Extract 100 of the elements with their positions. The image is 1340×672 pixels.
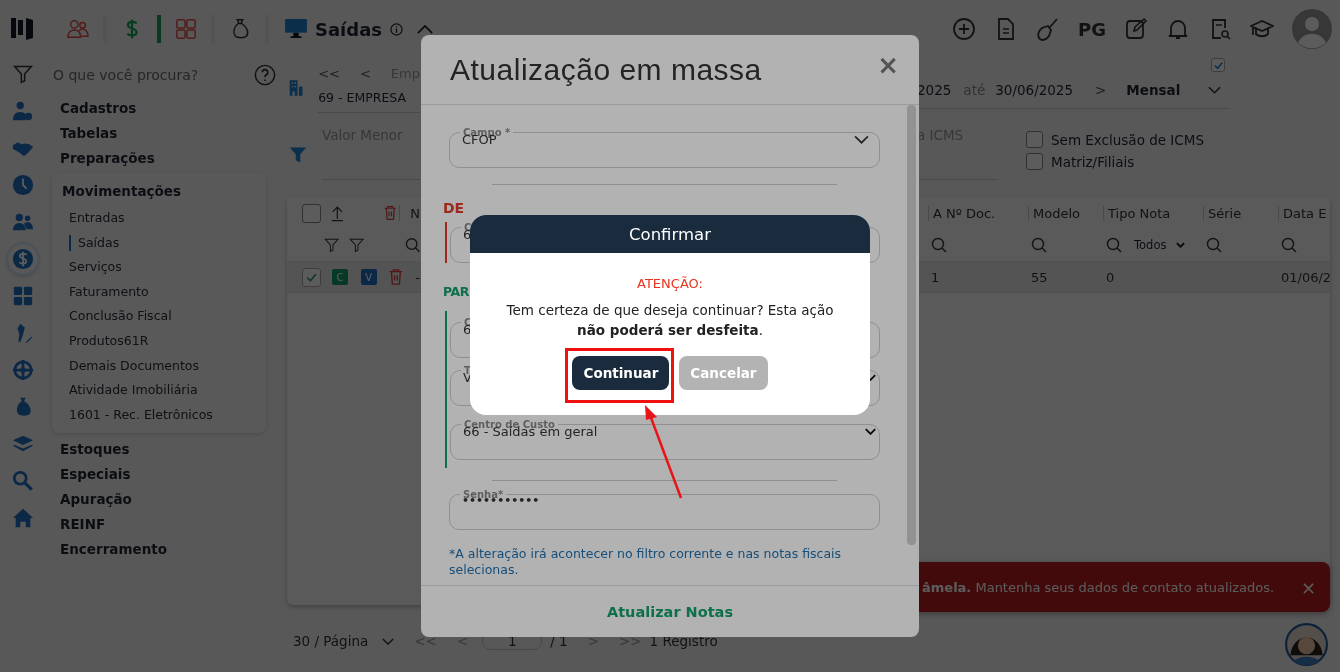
help-icon[interactable] <box>254 64 276 86</box>
page-title: Saídas <box>315 18 383 40</box>
menu-item[interactable]: REINF <box>45 512 285 538</box>
add-icon[interactable] <box>952 17 977 41</box>
column-header[interactable]: Data E <box>1278 205 1330 221</box>
status-tag[interactable]: C <box>332 269 348 285</box>
password-field[interactable]: Senha* ••••••••••• <box>449 489 880 530</box>
filter-icon[interactable] <box>349 237 365 253</box>
submenu-item[interactable]: Atividade Imobiliária <box>52 378 266 403</box>
chat-avatar[interactable] <box>1285 623 1328 666</box>
chevron-down-icon[interactable] <box>1208 86 1222 94</box>
submenu-item[interactable]: 1601 - Rec. Eletrônicos <box>52 402 266 428</box>
notification-text: âmela. Mantenha seus dados de contato atualizados. <box>922 579 1275 595</box>
column-header[interactable]: Modelo <box>1028 205 1103 221</box>
last-page-link[interactable]: >> <box>618 633 642 649</box>
nav-button[interactable] <box>7 244 38 274</box>
section-title: DE <box>443 200 466 216</box>
search-icon[interactable] <box>931 237 947 253</box>
checkbox[interactable] <box>1026 153 1043 170</box>
trash-icon[interactable] <box>383 205 401 221</box>
user-gear-icon <box>11 100 34 122</box>
dialog-title: Confirmar <box>629 224 711 244</box>
note-text: *A alteração irá acontecer no filtro corrente e nas notas fiscais selecionas. <box>449 546 843 578</box>
scrollbar[interactable] <box>907 105 916 545</box>
monitor-icon <box>285 19 307 39</box>
checkbox-label: Matriz/Filiais <box>1051 153 1135 170</box>
submenu-item[interactable]: Entradas <box>52 206 266 231</box>
previous-link[interactable]: < <box>456 633 469 649</box>
continue-button[interactable]: Continuar <box>572 356 670 390</box>
search-icon[interactable] <box>1031 237 1047 253</box>
cancel-button[interactable]: Cancelar <box>679 356 768 390</box>
column-header[interactable]: Tipo Nota <box>1103 205 1203 221</box>
column-header[interactable]: A Nº Doc. <box>928 205 1028 221</box>
calculator-icon[interactable] <box>175 17 197 41</box>
info-icon[interactable] <box>390 22 404 36</box>
search-icon[interactable] <box>1206 237 1222 253</box>
calculator-icon <box>11 285 34 307</box>
menu-item[interactable]: Preparações <box>45 146 285 171</box>
search-icon[interactable] <box>1281 237 1297 253</box>
menu-item[interactable]: Tabelas <box>45 121 285 146</box>
menu-item[interactable]: Movimentações <box>52 179 266 203</box>
select-field[interactable]: Centro de Custo 66 - Saídas em geral <box>450 419 880 460</box>
section-title: PAR <box>443 284 470 299</box>
edit-icon[interactable] <box>1124 17 1148 41</box>
period-select[interactable]: Mensal <box>1126 82 1181 98</box>
update-button[interactable]: Atualizar Notas <box>598 599 742 624</box>
check-icon <box>1212 59 1224 71</box>
column-header[interactable]: N <box>410 205 420 221</box>
user-avatar[interactable] <box>1292 9 1332 49</box>
trash-icon[interactable] <box>387 269 404 285</box>
checkbox[interactable] <box>1211 58 1225 72</box>
search-icon[interactable] <box>404 237 420 253</box>
status-tag[interactable]: V <box>360 269 377 285</box>
filter-icon[interactable] <box>289 145 307 165</box>
close-button[interactable]: × <box>877 49 899 80</box>
caret-up-icon[interactable] <box>417 24 434 34</box>
table-cell: 1 <box>931 269 940 285</box>
select-field[interactable]: Campo * CFOP <box>449 127 880 168</box>
chevron-down-icon <box>865 428 876 435</box>
next-link[interactable]: > <box>587 633 599 649</box>
search-icon[interactable] <box>1106 237 1122 253</box>
first-page-link[interactable]: << <box>318 66 340 81</box>
previous-link[interactable]: < <box>359 66 371 81</box>
menu-item[interactable]: Cadastros <box>45 96 285 121</box>
people-icon[interactable] <box>67 17 89 41</box>
broom-icon[interactable] <box>1036 17 1061 41</box>
checkbox[interactable] <box>302 267 321 287</box>
checkbox[interactable] <box>302 203 321 223</box>
close-button[interactable]: × <box>1300 576 1316 598</box>
checkbox-label: Sem Exclusão de ICMS <box>1051 131 1204 148</box>
first-page-link[interactable]: << <box>414 633 437 649</box>
submenu-item[interactable]: Demais Documentos <box>52 353 266 379</box>
table-cell: 0 <box>1106 269 1115 285</box>
next-link[interactable]: > <box>1095 82 1107 98</box>
menu-item[interactable]: Encerramento <box>45 537 285 563</box>
dialog-title: Atualização em massa <box>450 52 762 87</box>
pg-button[interactable]: PG <box>1078 18 1106 40</box>
filter-icon[interactable] <box>324 237 340 253</box>
message-text: Tem certeza de que deseja continuar? Esta ação não poderá ser desfeita. <box>505 301 835 340</box>
bell-icon[interactable] <box>1166 17 1190 41</box>
menu-item[interactable]: Estoques <box>45 437 285 463</box>
chevron-down-icon[interactable] <box>382 637 395 645</box>
column-header[interactable]: Série <box>1203 205 1278 221</box>
home-icon <box>11 507 34 529</box>
checkbox[interactable] <box>1026 131 1043 148</box>
wheel-icon <box>11 359 34 381</box>
menu-item[interactable]: Apuração <box>45 487 285 513</box>
date-from[interactable]: 2025 <box>917 82 952 98</box>
date-to[interactable]: 30/06/2025 <box>995 82 1074 98</box>
submenu-item[interactable]: Conclusão Fiscal <box>52 304 266 329</box>
table-cell: 55 <box>1031 269 1048 285</box>
menu-item[interactable]: Especiais <box>45 462 285 488</box>
submenu-item[interactable]: Saídas <box>69 234 266 251</box>
filter-icon[interactable] <box>12 64 33 84</box>
submenu-item[interactable]: Serviços <box>52 255 266 280</box>
submenu-item[interactable]: Faturamento <box>52 279 266 305</box>
type-select[interactable]: Todos <box>1134 238 1186 252</box>
page-size-select[interactable]: 30 / Página <box>293 633 369 649</box>
submenu-item[interactable]: Produtos61R <box>52 328 266 354</box>
upload-icon[interactable] <box>331 203 344 223</box>
